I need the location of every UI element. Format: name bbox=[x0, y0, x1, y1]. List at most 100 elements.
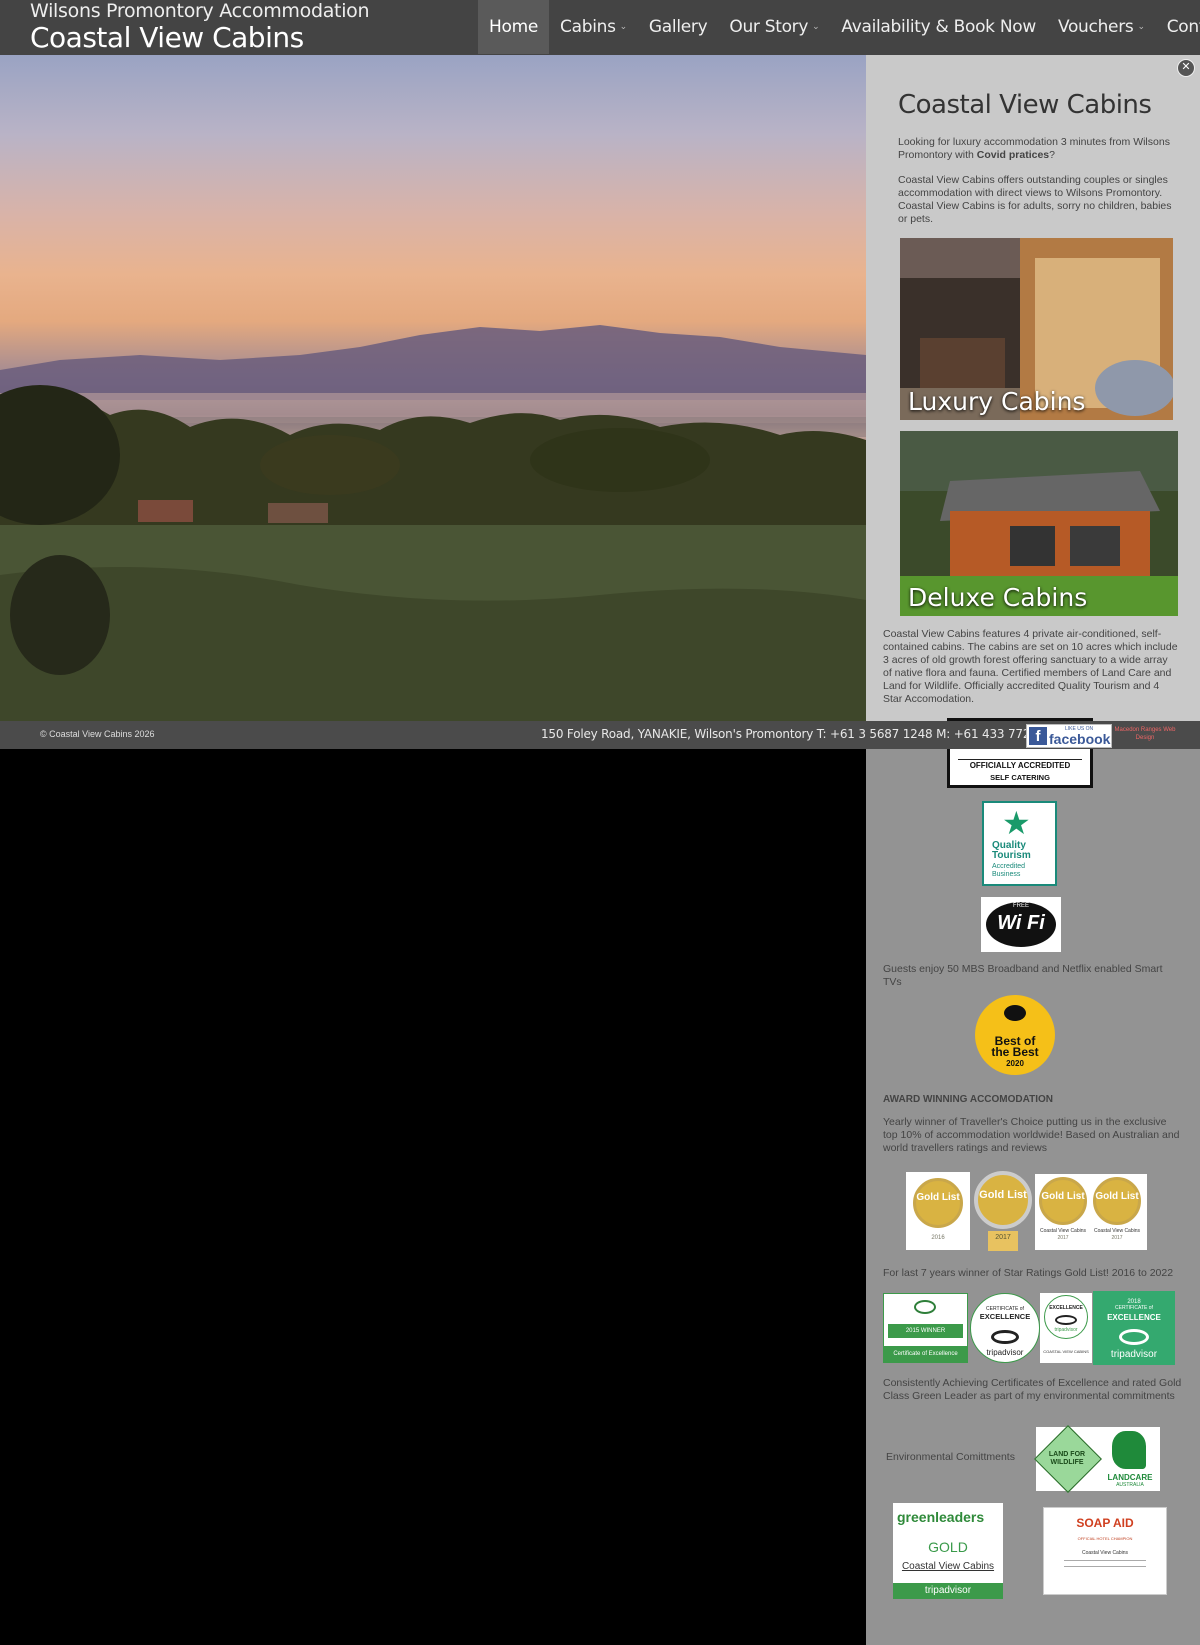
cert-title-big: EXCELLENCE bbox=[1107, 1313, 1161, 1322]
wifi-free-label: FREE bbox=[1012, 903, 1029, 909]
tripadvisor-owl-icon bbox=[991, 1330, 1019, 1344]
nav-gallery-label: Gallery bbox=[648, 17, 708, 37]
nav-cabins-label: Cabins bbox=[560, 17, 616, 37]
nav-gallery[interactable]: Gallery bbox=[638, 0, 718, 54]
chevron-down-icon: ⌄ bbox=[1137, 22, 1145, 32]
green-leaders-brand: greenleaders bbox=[897, 1509, 985, 1525]
chevron-down-icon: ⌄ bbox=[619, 22, 628, 32]
close-panel-button[interactable]: ✕ bbox=[1177, 59, 1195, 77]
gold-caption: Coastal View Cabins bbox=[1093, 1228, 1141, 1234]
soap-aid-name: Coastal View Cabins bbox=[1081, 1550, 1129, 1556]
soap-aid-certificate: SOAP AID OFFICIAL HOTEL CHAMPION Coastal… bbox=[1043, 1507, 1167, 1595]
nav-contact[interactable]: Contact Us bbox=[1156, 0, 1200, 54]
deluxe-cabins-label: Deluxe Cabins bbox=[908, 583, 1088, 612]
gold-caption: Coastal View Cabins bbox=[1039, 1228, 1087, 1234]
gold-year: 2016 bbox=[931, 1235, 945, 1241]
cert-title-small: CERTIFICATE of bbox=[1115, 1305, 1153, 1311]
quality-line4: Business bbox=[992, 871, 1021, 878]
tripadvisor-owl-icon bbox=[1119, 1329, 1149, 1345]
green-leaders-name: Coastal View Cabins bbox=[901, 1561, 995, 1572]
land-for-wildlife-label: LAND FOR WILDLIFE bbox=[1048, 1451, 1086, 1466]
gold-medal-icon bbox=[913, 1178, 963, 1228]
wifi-label: Wi Fi bbox=[997, 912, 1045, 934]
close-icon: ✕ bbox=[1181, 61, 1191, 73]
chevron-down-icon: ⌄ bbox=[812, 22, 820, 32]
best-year: 2020 bbox=[1006, 1059, 1024, 1068]
site-footer: © Coastal View Cabins 2026 150 Foley Roa… bbox=[0, 721, 1200, 749]
nav-vouchers[interactable]: Vouchers ⌄ bbox=[1047, 0, 1156, 54]
panel-intro: Looking for luxury accommodation 3 minut… bbox=[898, 136, 1178, 162]
gold-list-label: Gold List bbox=[916, 1192, 960, 1203]
broadband-text: Guests enjoy 50 MBS Broadband and Netfli… bbox=[883, 963, 1163, 988]
green-leaders-tripadvisor: tripadvisor bbox=[893, 1583, 1003, 1599]
best-of-best-badge: Best of the Best 2020 bbox=[975, 995, 1055, 1075]
tripadvisor-owl-icon bbox=[1055, 1315, 1077, 1325]
gold-list-2017: Gold List 2017 bbox=[972, 1169, 1034, 1254]
gold-list-text: For last 7 years winner of Star Ratings … bbox=[883, 1267, 1174, 1279]
quality-tourism-badge: ★ Quality Tourism Accredited Business bbox=[982, 801, 1057, 886]
facebook-icon: f bbox=[1029, 727, 1047, 745]
nav-home-label: Home bbox=[489, 17, 539, 37]
gold-year: 2017 bbox=[1057, 1235, 1069, 1241]
accredited-line1: OFFICIALLY ACCREDITED bbox=[969, 761, 1071, 770]
nav-cabins[interactable]: Cabins ⌄ bbox=[549, 0, 638, 54]
green-leaders-level: GOLD bbox=[928, 1539, 968, 1555]
main-nav: Home Cabins ⌄ Gallery Our Story ⌄ Availabi… bbox=[478, 0, 1200, 54]
certificate-line bbox=[1064, 1560, 1146, 1561]
nav-vouchers-label: Vouchers bbox=[1057, 17, 1134, 37]
environmental-text: Environmental Comittments bbox=[886, 1451, 1015, 1463]
covid-practices-link[interactable]: Covid pratices bbox=[977, 149, 1049, 161]
gold-list-label: Gold List bbox=[1041, 1191, 1085, 1202]
accredited-line2: SELF CATERING bbox=[990, 773, 1050, 782]
free-wifi-badge: FREE Wi Fi bbox=[981, 897, 1061, 952]
quality-line2: Tourism bbox=[992, 850, 1031, 861]
facebook-like-button[interactable]: f LIKE US ON facebook bbox=[1026, 724, 1112, 748]
site-header: Wilsons Promontory Accommodation Coastal… bbox=[0, 0, 1200, 55]
cert-caption: COASTAL VIEW CABINS bbox=[1043, 1349, 1089, 1354]
cert-2015: 2015 WINNER Certificate of Excellence bbox=[883, 1293, 968, 1363]
features-text: Coastal View Cabins features 4 private a… bbox=[883, 628, 1178, 705]
nav-our-story[interactable]: Our Story ⌄ bbox=[718, 0, 830, 54]
cert-excellence-a: CERTIFICATE of EXCELLENCE tripadvisor bbox=[970, 1293, 1040, 1363]
nav-availability[interactable]: Availability & Book Now bbox=[830, 0, 1047, 54]
certificate-line bbox=[1064, 1566, 1146, 1567]
gold-year: 2017 bbox=[1111, 1235, 1123, 1241]
tripadvisor-label: tripadvisor bbox=[1110, 1349, 1158, 1360]
cert-2015-label: 2015 WINNER bbox=[888, 1324, 963, 1338]
land-for-wildlife-landcare-badge: LAND FOR WILDLIFE LANDCARE AUSTRALIA bbox=[1034, 1425, 1160, 1493]
nav-availability-label: Availability & Book Now bbox=[841, 17, 1036, 37]
tripadvisor-owl-icon bbox=[914, 1300, 936, 1314]
facebook-word: facebook bbox=[1049, 731, 1111, 747]
tripadvisor-label: tripadvisor bbox=[1054, 1327, 1078, 1333]
tripadvisor-label: tripadvisor bbox=[986, 1348, 1024, 1357]
owl-icon bbox=[1004, 1005, 1026, 1021]
cert-excellence-b: EXCELLENCE tripadvisor COASTAL VIEW CABI… bbox=[1040, 1293, 1092, 1363]
luxury-cabins-link[interactable]: Luxury Cabins bbox=[900, 238, 1173, 420]
cert-title-big: EXCELLENCE bbox=[979, 1312, 1031, 1321]
award-text: Yearly winner of Traveller's Choice putt… bbox=[883, 1116, 1180, 1154]
gold-list-pair: Gold List Gold List Coastal View Cabins … bbox=[1035, 1174, 1147, 1250]
nav-contact-label: Contact Us bbox=[1166, 17, 1200, 37]
deluxe-cabins-link[interactable]: Deluxe Cabins bbox=[900, 431, 1178, 616]
soap-aid-title: SOAP AID bbox=[1076, 1516, 1134, 1530]
best-line2: the Best bbox=[991, 1045, 1039, 1059]
site-subtitle[interactable]: Wilsons Promontory Accommodation bbox=[30, 0, 370, 22]
cert-2015-caption: Certificate of Excellence bbox=[884, 1346, 967, 1362]
cert-excellence-2018: 2018 CERTIFICATE of EXCELLENCE tripadvis… bbox=[1093, 1291, 1175, 1365]
copyright: © Coastal View Cabins 2026 bbox=[40, 729, 155, 739]
green-leaders-badge: greenleaders GOLD Coastal View Cabins tr… bbox=[893, 1503, 1003, 1599]
nav-home[interactable]: Home bbox=[478, 0, 550, 54]
web-design-credit[interactable]: Macedon Ranges Web Design bbox=[1112, 726, 1178, 742]
landcare-line1: LANDCARE bbox=[1107, 1473, 1153, 1482]
panel-title: Coastal View Cabins bbox=[898, 90, 1152, 120]
quality-line3: Accredited bbox=[992, 863, 1026, 870]
site-title[interactable]: Coastal View Cabins bbox=[30, 21, 304, 54]
cert-title-big: EXCELLENCE bbox=[1049, 1305, 1083, 1311]
soap-aid-subtitle: OFFICIAL HOTEL CHAMPION bbox=[1077, 1536, 1133, 1541]
gold-list-2016: Gold List 2016 bbox=[906, 1172, 970, 1250]
award-heading: AWARD WINNING ACCOMODATION bbox=[883, 1094, 1053, 1105]
panel-description: Coastal View Cabins offers outstanding c… bbox=[898, 174, 1172, 225]
hero-landscape-image bbox=[0, 55, 866, 721]
landcare-hands-icon bbox=[1112, 1431, 1146, 1469]
contact-address: 150 Foley Road, YANAKIE, Wilson's Promon… bbox=[541, 727, 1057, 741]
